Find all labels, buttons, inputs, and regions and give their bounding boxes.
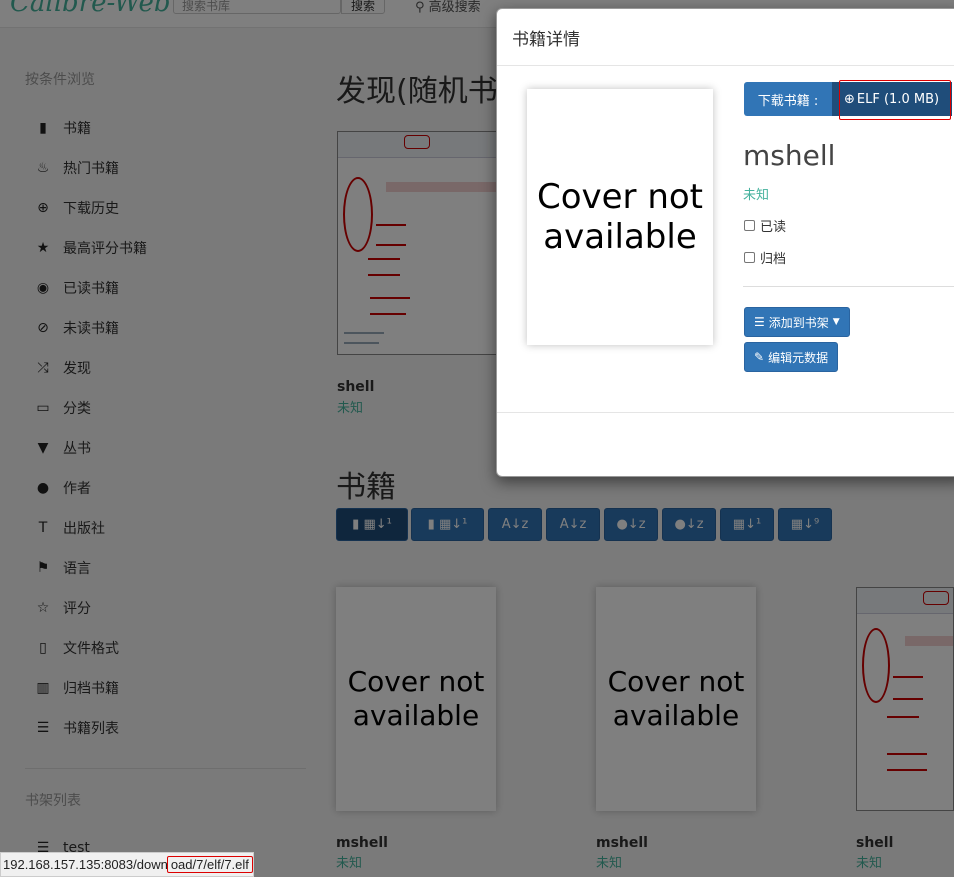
modal-title: 书籍详情 (512, 30, 580, 50)
modal-footer-divider (497, 412, 954, 413)
book-details-modal: 书籍详情 Cover not available 下载书籍 : ⊕ ELF (1.… (496, 8, 954, 477)
read-checkbox[interactable] (744, 220, 755, 231)
add-to-shelf-button[interactable]: ☰ 添加到书架 ▼ (744, 307, 850, 337)
edit-metadata-label: 编辑元数据 (768, 350, 829, 365)
download-label: 下载书籍 : (744, 82, 832, 116)
list-icon: ☰ (754, 315, 765, 329)
caret-down-icon: ▼ (832, 317, 840, 327)
modal-section-divider (743, 286, 954, 287)
edit-metadata-button[interactable]: ✎ 编辑元数据 (744, 342, 839, 372)
archived-label: 归档 (760, 252, 787, 267)
status-url-highlight: oad/7/elf/7.elf (166, 856, 253, 873)
modal-header-divider (497, 65, 954, 66)
archived-checkbox[interactable] (744, 252, 755, 263)
edit-icon: ✎ (754, 350, 765, 364)
browser-status-bar: 192.168.157.135:8083/down oad/7/elf/7.elf (0, 852, 254, 877)
archived-checkbox-row[interactable]: 归档 (744, 248, 786, 267)
status-url: 192.168.157.135:8083/down (3, 857, 168, 872)
highlight-annotation (839, 80, 951, 120)
read-checkbox-row[interactable]: 已读 (744, 216, 786, 235)
modal-cover-placeholder: Cover not available (527, 89, 713, 345)
modal-book-author[interactable]: 未知 (743, 184, 769, 203)
add-to-shelf-label: 添加到书架 (768, 315, 829, 330)
read-label: 已读 (760, 220, 787, 235)
modal-book-title: mshell (743, 139, 836, 172)
